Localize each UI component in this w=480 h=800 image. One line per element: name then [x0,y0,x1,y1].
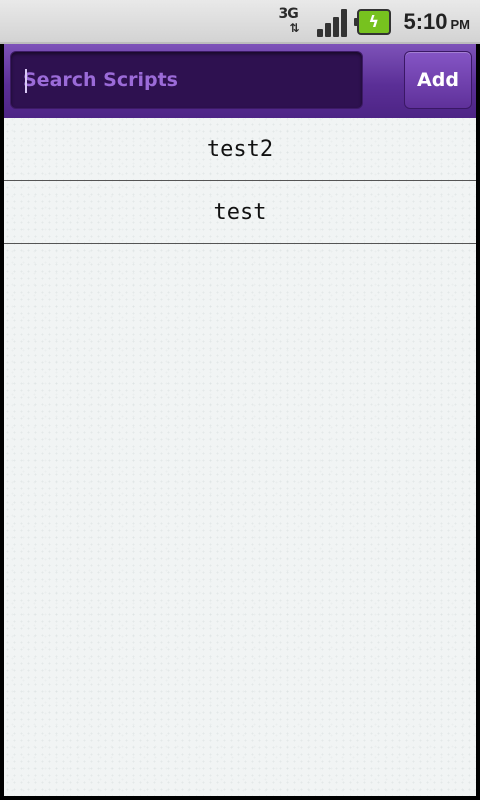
data-transfer-arrows-icon: ⇅ [289,21,300,35]
network-3g-icon: 3G ⇅ [277,6,309,37]
battery-charging-icon: ϟ [354,9,392,35]
search-input[interactable] [11,52,362,108]
status-bar: 3G ⇅ ϟ 5:10 PM [0,0,480,44]
search-box[interactable] [10,51,363,109]
clock-time: 5:10 [403,9,448,34]
clock-ampm: PM [450,17,471,32]
status-clock: 5:10 PM [403,9,470,35]
script-list-item[interactable]: test [4,181,476,244]
signal-strength-icon [317,7,349,37]
text-cursor [25,69,27,93]
script-list: test2 test [4,118,476,244]
search-header: Add [4,44,476,118]
network-type-label: 3G [278,6,298,22]
script-list-item[interactable]: test2 [4,118,476,181]
status-icons: 3G ⇅ ϟ 5:10 PM [277,6,470,38]
app-content: Add test2 test [4,44,476,796]
add-button[interactable]: Add [404,51,472,109]
